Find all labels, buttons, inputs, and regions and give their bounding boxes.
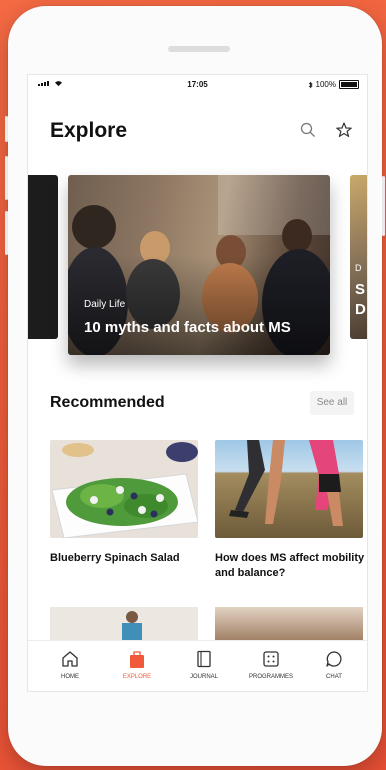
- tab-explore-label: EXPLORE: [122, 674, 152, 680]
- tab-chat-label: CHAT: [326, 674, 342, 680]
- tab-programmes[interactable]: PROGRAMMES: [241, 641, 301, 691]
- carousel-card-next[interactable]: D S D: [350, 175, 367, 339]
- recommended-heading: Recommended: [50, 394, 165, 411]
- status-bar: 17:05 100%: [28, 75, 367, 95]
- bluetooth-icon: [308, 81, 313, 88]
- status-right: 100%: [308, 80, 359, 89]
- battery-icon: [339, 80, 359, 89]
- page-title: Explore: [50, 119, 128, 142]
- recommended-card-third[interactable]: [50, 607, 198, 641]
- featured-article-card[interactable]: Daily Life 10 myths and facts about MS: [68, 175, 330, 355]
- battery-percent: 100%: [315, 80, 336, 89]
- bottom-tab-bar: HOME EXPLORE JOURNAL PROGRAMMES CHAT: [28, 640, 367, 691]
- hero-title: 10 myths and facts about MS: [84, 319, 291, 336]
- journal-icon: [197, 650, 211, 668]
- tab-explore[interactable]: EXPLORE: [107, 641, 167, 691]
- mobility-image: [229, 440, 343, 526]
- next-card-letter: D: [355, 263, 362, 273]
- hero-category: Daily Life: [84, 299, 126, 310]
- hero-image-person: [72, 205, 116, 249]
- phone-power-button: [382, 176, 385, 236]
- phone-speaker: [168, 46, 230, 52]
- search-icon[interactable]: [299, 121, 317, 139]
- chat-icon: [326, 651, 342, 667]
- mobility-card-image[interactable]: [215, 440, 363, 538]
- phone-volume-up-button: [5, 156, 8, 200]
- next-card-letter: S: [355, 281, 366, 298]
- tab-home-label: HOME: [61, 674, 79, 680]
- mobility-card-title[interactable]: How does MS affect mobility and balance?: [215, 551, 365, 581]
- tab-chat[interactable]: CHAT: [304, 641, 364, 691]
- tab-journal-label: JOURNAL: [189, 674, 218, 680]
- star-icon[interactable]: [335, 121, 353, 139]
- third-card-figure: [126, 611, 138, 623]
- explore-icon: [130, 651, 144, 668]
- phone-frame: 17:05 100% Explore Daily Life 10 myths a…: [5, 6, 385, 766]
- app-screen: 17:05 100% Explore Daily Life 10 myths a…: [27, 74, 368, 692]
- salad-image: [51, 442, 198, 538]
- tab-journal[interactable]: JOURNAL: [174, 641, 234, 691]
- tab-home[interactable]: HOME: [40, 641, 100, 691]
- third-card-figure-body: [122, 623, 142, 641]
- next-card-letter: D: [355, 301, 366, 318]
- tab-programmes-label: PROGRAMMES: [248, 674, 293, 680]
- programmes-icon: [263, 651, 279, 667]
- hero-image-person: [282, 219, 312, 253]
- salad-card-image[interactable]: [50, 440, 198, 538]
- see-all-button[interactable]: See all: [310, 391, 354, 415]
- carousel-card-previous[interactable]: [28, 175, 58, 339]
- home-icon: [62, 651, 78, 667]
- recommended-card-fourth[interactable]: [215, 607, 363, 641]
- salad-card-title[interactable]: Blueberry Spinach Salad: [50, 551, 200, 566]
- hero-image-window: [218, 175, 330, 235]
- phone-volume-down-button: [5, 211, 8, 255]
- phone-side-button: [5, 116, 8, 142]
